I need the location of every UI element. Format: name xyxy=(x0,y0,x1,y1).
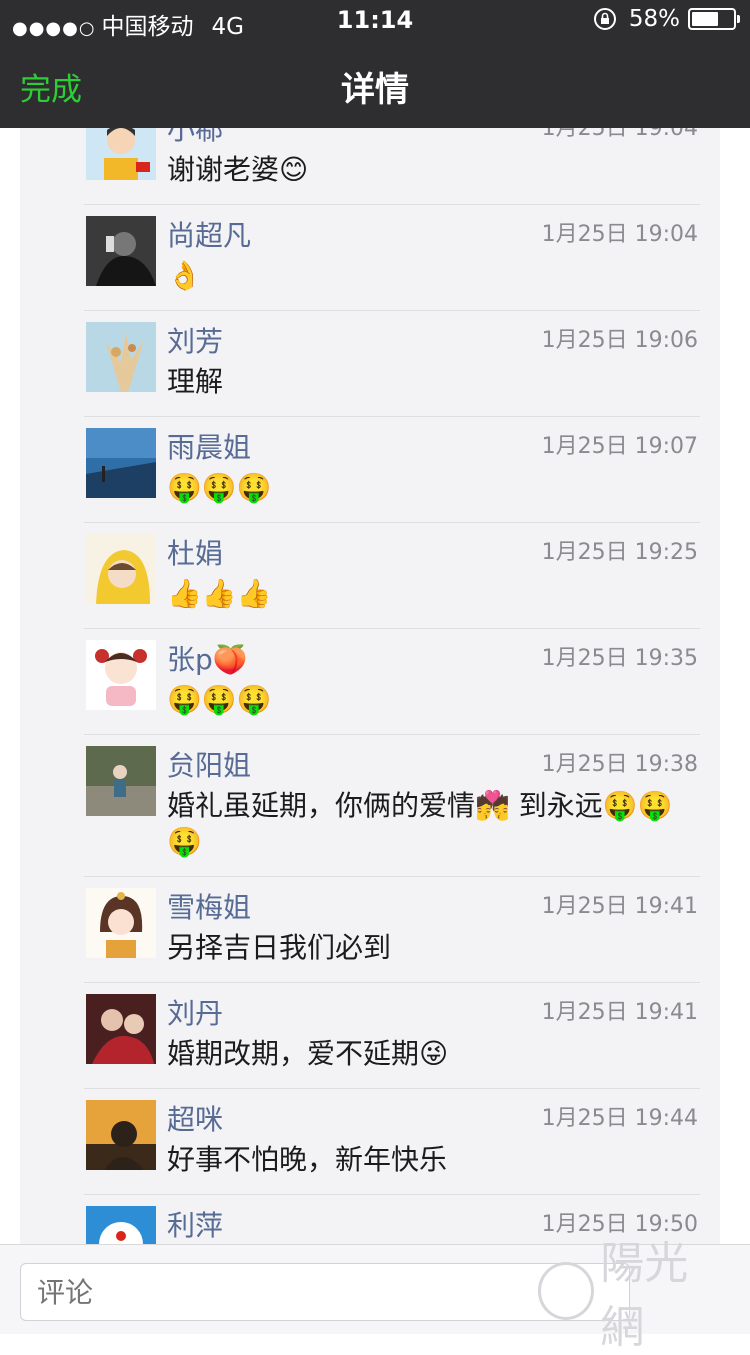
comments-panel: 小郗 1月25日 19:04 谢谢老婆😊 尚超凡 1月25日 19:04 👌 刘… xyxy=(20,128,720,1244)
comment-time: 1月25日 19:07 xyxy=(541,434,698,459)
comment-text: 🤑🤑🤑 xyxy=(167,471,272,504)
comment-text: 🤑🤑🤑 xyxy=(167,683,272,716)
divider xyxy=(84,876,700,877)
divider xyxy=(84,1088,700,1089)
comment-list: 小郗 1月25日 19:04 谢谢老婆😊 尚超凡 1月25日 19:04 👌 刘… xyxy=(20,128,720,1244)
comment-text: 婚礼虽延期，你俩的爱情💏 到永远🤑🤑🤑 xyxy=(167,789,673,858)
comment-text: 👌 xyxy=(167,259,202,292)
rotation-lock-icon xyxy=(593,8,616,30)
divider xyxy=(84,628,700,629)
comment-text: 婚期改期，爱不延期😜 xyxy=(167,1037,449,1070)
commenter-name[interactable]: 小郗 xyxy=(167,128,223,148)
commenter-name[interactable]: 杜娟 xyxy=(167,532,223,572)
avatar[interactable] xyxy=(86,322,156,392)
comment-item[interactable]: 雪梅姐 1月25日 19:41 另择吉日我们必到 xyxy=(20,876,720,982)
commenter-name[interactable]: 尚超凡 xyxy=(167,214,251,254)
top-bar: ●●●●○ 中国移动 4G 11:14 58% 完成 详情 xyxy=(0,0,750,128)
watermark-text: 陽光網 xyxy=(600,1238,689,1353)
comment-item[interactable]: 小郗 1月25日 19:04 谢谢老婆😊 xyxy=(20,128,720,204)
comment-text: 另择吉日我们必到 xyxy=(167,931,392,964)
avatar[interactable] xyxy=(86,534,156,604)
watermark-seal-icon xyxy=(538,1262,595,1320)
commenter-name[interactable]: 雨晨姐 xyxy=(167,426,251,466)
comment-time: 1月25日 19:04 xyxy=(541,222,698,247)
commenter-name[interactable]: 利萍 xyxy=(167,1204,223,1244)
avatar[interactable] xyxy=(86,1206,156,1244)
comment-text: 👍👍👍 xyxy=(167,577,272,610)
navigation-bar: 完成 详情 xyxy=(0,40,750,128)
commenter-name[interactable]: 超咪 xyxy=(167,1098,223,1138)
page-title: 详情 xyxy=(341,70,409,110)
comment-item[interactable]: 张p🍑 1月25日 19:35 🤑🤑🤑 xyxy=(20,628,720,734)
divider xyxy=(84,982,700,983)
status-bar: ●●●●○ 中国移动 4G 11:14 58% xyxy=(0,0,750,40)
comment-item[interactable]: 杜娟 1月25日 19:25 👍👍👍 xyxy=(20,522,720,628)
commenter-name[interactable]: 张p🍑 xyxy=(167,638,248,678)
comment-time: 1月25日 19:41 xyxy=(541,894,698,919)
divider xyxy=(84,734,700,735)
comment-time: 1月25日 19:35 xyxy=(541,646,698,671)
comment-time: 1月25日 19:44 xyxy=(541,1106,698,1131)
status-right: 58% xyxy=(593,6,740,32)
comment-text: 谢谢老婆😊 xyxy=(167,153,309,186)
watermark: 陽光網 xyxy=(538,1238,728,1353)
comment-item[interactable]: 超咪 1月25日 19:44 好事不怕晚，新年快乐 xyxy=(20,1088,720,1194)
comment-item[interactable]: 刘芳 1月25日 19:06 理解 xyxy=(20,310,720,416)
avatar[interactable] xyxy=(86,746,156,816)
commenter-name[interactable]: 雪梅姐 xyxy=(167,886,251,926)
comment-item[interactable]: 贠阳姐 1月25日 19:38 婚礼虽延期，你俩的爱情💏 到永远🤑🤑🤑 xyxy=(20,734,720,876)
divider xyxy=(84,310,700,311)
divider xyxy=(84,416,700,417)
avatar[interactable] xyxy=(86,428,156,498)
divider xyxy=(84,204,700,205)
comment-item[interactable]: 尚超凡 1月25日 19:04 👌 xyxy=(20,204,720,310)
comment-time: 1月25日 19:25 xyxy=(541,540,698,565)
battery-percent: 58% xyxy=(628,6,680,32)
comment-item[interactable]: 刘丹 1月25日 19:41 婚期改期，爱不延期😜 xyxy=(20,982,720,1088)
avatar[interactable] xyxy=(86,216,156,286)
comment-time: 1月25日 19:04 xyxy=(541,128,698,141)
comment-input-bar: 陽光網 xyxy=(0,1238,750,1353)
comment-text: 好事不怕晚，新年快乐 xyxy=(167,1143,448,1176)
avatar[interactable] xyxy=(86,128,156,180)
comment-time: 1月25日 19:41 xyxy=(541,1000,698,1025)
comments-area[interactable]: 小郗 1月25日 19:04 谢谢老婆😊 尚超凡 1月25日 19:04 👌 刘… xyxy=(0,128,750,1244)
divider xyxy=(84,1194,700,1195)
commenter-name[interactable]: 刘丹 xyxy=(167,992,223,1032)
comment-item[interactable]: 雨晨姐 1月25日 19:07 🤑🤑🤑 xyxy=(20,416,720,522)
avatar[interactable] xyxy=(86,1100,156,1170)
avatar[interactable] xyxy=(86,640,156,710)
avatar[interactable] xyxy=(86,994,156,1064)
comment-time: 1月25日 19:06 xyxy=(541,328,698,353)
commenter-name[interactable]: 贠阳姐 xyxy=(167,744,251,784)
battery-icon xyxy=(688,8,740,30)
comment-text: 理解 xyxy=(167,365,224,398)
comment-time: 1月25日 19:38 xyxy=(541,752,698,777)
divider xyxy=(84,522,700,523)
avatar[interactable] xyxy=(86,888,156,958)
commenter-name[interactable]: 刘芳 xyxy=(167,320,223,360)
battery-fill xyxy=(692,12,718,26)
